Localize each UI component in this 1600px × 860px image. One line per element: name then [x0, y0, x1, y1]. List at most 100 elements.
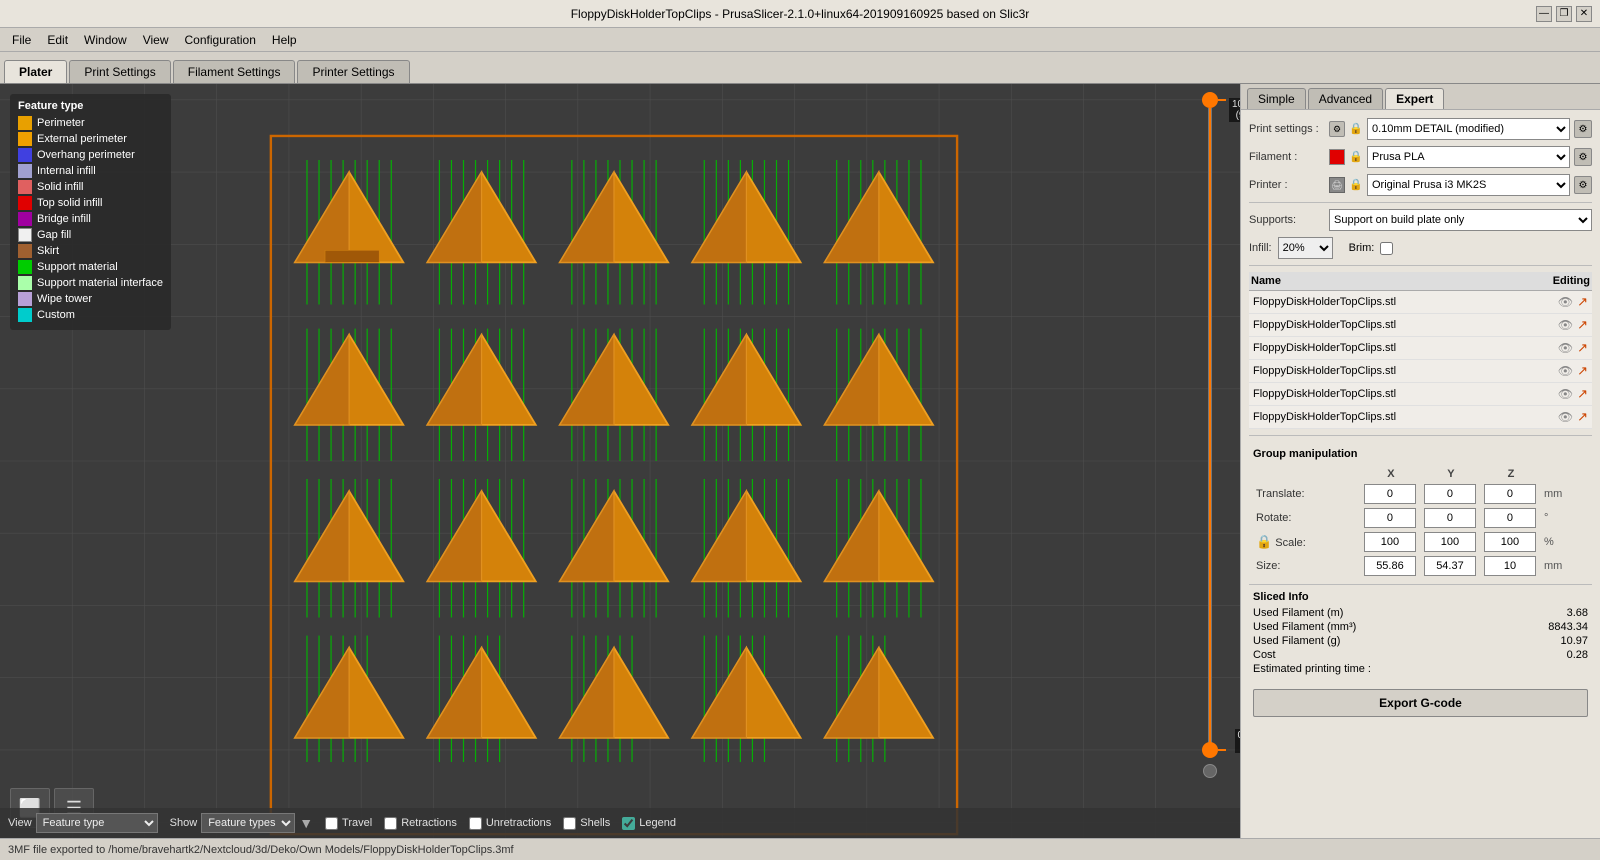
menu-configuration[interactable]: Configuration: [177, 31, 264, 49]
tab-filament-settings[interactable]: Filament Settings: [173, 60, 296, 83]
right-panel: Simple Advanced Expert Print settings : …: [1240, 84, 1600, 838]
show-select[interactable]: Feature types All: [201, 813, 295, 833]
legend-item-gap-fill: Gap fill: [18, 228, 163, 242]
obj-row: FloppyDiskHolderTopClips.stl 👁 ↗: [1249, 406, 1592, 429]
legend-item-support-material-interface: Support material interface: [18, 276, 163, 290]
obj-edit-icon-1[interactable]: ↗: [1577, 294, 1588, 310]
brim-checkbox[interactable]: [1380, 242, 1393, 255]
infill-select[interactable]: 20% 5% 10% 15% 25% 40% 60% 80% 100%: [1278, 237, 1333, 259]
statusbar: 3MF file exported to /home/bravehartk2/N…: [0, 838, 1600, 860]
internal-infill-label: Internal infill: [37, 165, 96, 177]
printer-settings-control: 🖨 🔒 Original Prusa i3 MK2S ⚙: [1329, 174, 1592, 196]
brim-label: Brim:: [1349, 242, 1375, 254]
top-solid-infill-label: Top solid infill: [37, 197, 102, 209]
slider-handle-bottom[interactable]: [1202, 742, 1218, 758]
tab-plater[interactable]: Plater: [4, 60, 67, 83]
menu-help[interactable]: Help: [264, 31, 305, 49]
size-x[interactable]: [1364, 556, 1416, 576]
menu-window[interactable]: Window: [76, 31, 135, 49]
retractions-checkbox[interactable]: [384, 817, 397, 830]
travel-checkbox[interactable]: [325, 817, 338, 830]
slider-handle-top[interactable]: [1202, 92, 1218, 108]
filament-config[interactable]: ⚙: [1574, 148, 1592, 166]
window-controls[interactable]: — ❐ ✕: [1536, 6, 1592, 22]
printer-select[interactable]: Original Prusa i3 MK2S: [1367, 174, 1570, 196]
settings-tab-advanced[interactable]: Advanced: [1308, 88, 1383, 109]
rotate-y[interactable]: [1424, 508, 1476, 528]
minimize-button[interactable]: —: [1536, 6, 1552, 22]
scale-z[interactable]: [1484, 532, 1536, 552]
print-settings-gear[interactable]: ⚙: [1329, 121, 1345, 137]
scale-x[interactable]: [1364, 532, 1416, 552]
legend-item-top-solid-infill: Top solid infill: [18, 196, 163, 210]
bridge-infill-label: Bridge infill: [37, 213, 91, 225]
show-dropdown-icon[interactable]: ▼: [299, 815, 313, 831]
obj-edit-icon-5[interactable]: ↗: [1577, 386, 1588, 402]
obj-list-editing-header: Editing: [1553, 275, 1590, 287]
view-select[interactable]: Feature type Line type Height Width Spee…: [36, 813, 158, 833]
settings-tab-simple[interactable]: Simple: [1247, 88, 1306, 109]
layer-slider[interactable]: 10.00 (99) 0.20 (1): [1200, 84, 1220, 808]
separator-1: [1249, 202, 1592, 203]
legend-checkbox[interactable]: [622, 817, 635, 830]
maximize-button[interactable]: ❐: [1556, 6, 1572, 22]
obj-edit-icon-3[interactable]: ↗: [1577, 340, 1588, 356]
rotate-row: Rotate: °: [1253, 506, 1588, 530]
retractions-control: Retractions: [384, 817, 457, 830]
axis-z-header: Z: [1481, 466, 1541, 482]
show-control: Show Feature types All ▼: [170, 813, 313, 833]
print-settings-select[interactable]: 0.10mm DETAIL (modified): [1367, 118, 1570, 140]
legend-item-perimeter: Perimeter: [18, 116, 163, 130]
scene-canvas: [0, 84, 1240, 838]
legend-item-external-perimeter: External perimeter: [18, 132, 163, 146]
viewport[interactable]: Feature type Perimeter External perimete…: [0, 84, 1240, 838]
size-y[interactable]: [1424, 556, 1476, 576]
settings-tab-expert[interactable]: Expert: [1385, 88, 1444, 109]
gap-fill-label: Gap fill: [37, 229, 71, 241]
unretractions-checkbox[interactable]: [469, 817, 482, 830]
filament-color-swatch: [1329, 149, 1345, 165]
rotate-x[interactable]: [1364, 508, 1416, 528]
size-z[interactable]: [1484, 556, 1536, 576]
obj-eye-icon-1[interactable]: 👁: [1558, 295, 1573, 309]
travel-label: Travel: [342, 817, 372, 829]
menu-view[interactable]: View: [135, 31, 177, 49]
obj-eye-icon-3[interactable]: 👁: [1558, 341, 1573, 355]
obj-eye-icon-6[interactable]: 👁: [1558, 410, 1573, 424]
rotate-z[interactable]: [1484, 508, 1536, 528]
close-button[interactable]: ✕: [1576, 6, 1592, 22]
tab-print-settings[interactable]: Print Settings: [69, 60, 170, 83]
filament-volume-label: Used Filament (mm³): [1253, 621, 1356, 633]
skirt-label: Skirt: [37, 245, 59, 257]
supports-select[interactable]: Support on build plate only Everywhere N…: [1329, 209, 1592, 231]
translate-y[interactable]: [1424, 484, 1476, 504]
obj-eye-icon-5[interactable]: 👁: [1558, 387, 1573, 401]
shells-checkbox[interactable]: [563, 817, 576, 830]
menu-file[interactable]: File: [4, 31, 39, 49]
filament-select[interactable]: Prusa PLA: [1367, 146, 1570, 168]
print-settings-config[interactable]: ⚙: [1574, 120, 1592, 138]
unretractions-label: Unretractions: [486, 817, 551, 829]
tab-printer-settings[interactable]: Printer Settings: [297, 60, 409, 83]
filament-length-val: 3.68: [1567, 607, 1588, 619]
legend-item-custom: Custom: [18, 308, 163, 322]
scale-label-text: Scale:: [1275, 537, 1306, 549]
obj-eye-icon-4[interactable]: 👁: [1558, 364, 1573, 378]
sliced-info-title: Sliced Info: [1253, 591, 1588, 603]
obj-edit-icon-6[interactable]: ↗: [1577, 409, 1588, 425]
export-gcode-button[interactable]: Export G-code: [1253, 689, 1588, 717]
axis-x-header: X: [1361, 466, 1421, 482]
scale-lock-icon[interactable]: 🔒: [1256, 534, 1272, 549]
obj-edit-icon-4[interactable]: ↗: [1577, 363, 1588, 379]
scale-y[interactable]: [1424, 532, 1476, 552]
overhang-perimeter-label: Overhang perimeter: [37, 149, 135, 161]
translate-x[interactable]: [1364, 484, 1416, 504]
support-material-interface-color: [18, 276, 32, 290]
printer-config[interactable]: ⚙: [1574, 176, 1592, 194]
obj-edit-icon-2[interactable]: ↗: [1577, 317, 1588, 333]
print-settings-row: Print settings : ⚙ 🔒 0.10mm DETAIL (modi…: [1249, 118, 1592, 140]
menu-edit[interactable]: Edit: [39, 31, 76, 49]
obj-eye-icon-2[interactable]: 👁: [1558, 318, 1573, 332]
translate-z[interactable]: [1484, 484, 1536, 504]
slider-settings-btn[interactable]: [1203, 764, 1217, 778]
